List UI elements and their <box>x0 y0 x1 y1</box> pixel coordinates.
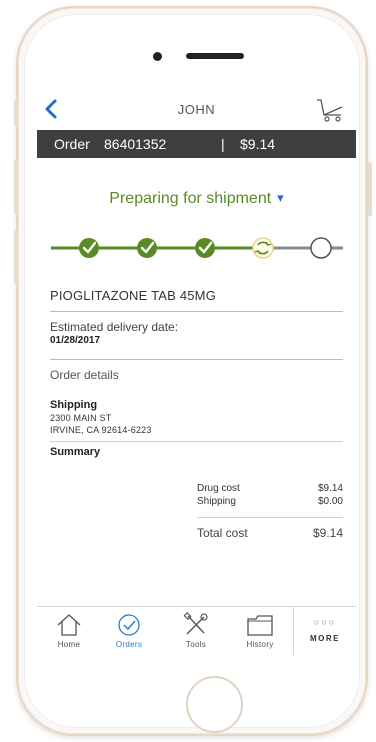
earpiece-speaker <box>186 53 244 59</box>
tab-orders[interactable]: Orders <box>99 607 159 655</box>
tab-more-label: MORE <box>310 634 340 643</box>
shipment-status-text: Preparing for shipment <box>109 190 272 207</box>
power-button <box>368 162 372 216</box>
order-amount: $9.14 <box>240 136 276 152</box>
user-name: JOHN <box>177 102 216 117</box>
cost-summary: Drug cost $9.14 Shipping $0.00 Total cos… <box>197 483 343 542</box>
volume-up-button <box>14 160 18 214</box>
tab-home-label: Home <box>57 640 81 649</box>
delivery-label: Estimated delivery date: <box>50 320 179 334</box>
front-camera <box>153 52 162 61</box>
order-number: 86401352 <box>104 136 167 152</box>
more-dots-icon: ○○○ <box>313 617 337 627</box>
shipping-cost-value: $0.00 <box>317 496 343 507</box>
shipping-cost-row: Shipping $0.00 <box>197 496 343 509</box>
tools-icon <box>183 612 208 635</box>
shipment-progress-tracker <box>51 237 343 259</box>
step-5-pending-icon <box>310 237 332 259</box>
tab-tools[interactable]: Tools <box>166 607 226 655</box>
tab-history[interactable]: History <box>230 607 290 655</box>
home-hardware-button[interactable] <box>186 676 243 733</box>
order-details-heading: Order details <box>50 368 119 382</box>
delivery-date: 01/28/2017 <box>50 335 101 346</box>
tab-more[interactable]: ○○○ MORE <box>293 607 356 655</box>
drug-name: PIOGLITAZONE TAB 45MG <box>50 288 343 312</box>
top-bar: JOHN <box>37 90 356 130</box>
step-4-in-progress-icon <box>252 237 274 259</box>
tab-history-label: History <box>246 640 274 649</box>
step-3-complete-icon <box>195 238 215 258</box>
folder-icon <box>247 615 273 636</box>
address-line-1: 2300 MAIN ST <box>50 413 112 423</box>
total-cost-row: Total cost $9.14 <box>197 526 343 542</box>
volume-down-button <box>14 230 18 284</box>
address-line-2: IRVINE, CA 92614-6223 <box>50 425 152 435</box>
shipping-heading: Shipping <box>50 399 98 411</box>
order-label: Order <box>54 136 90 152</box>
section-divider <box>50 441 343 442</box>
tab-orders-label: Orders <box>115 640 143 649</box>
shipment-status-toggle[interactable]: Preparing for shipment ▾ <box>37 190 356 208</box>
shipping-cost-label: Shipping <box>197 496 236 507</box>
drug-cost-row: Drug cost $9.14 <box>197 483 343 496</box>
mute-switch <box>14 100 18 126</box>
tab-home[interactable]: Home <box>39 607 99 655</box>
drug-cost-value: $9.14 <box>317 483 343 494</box>
app-screen: JOHN Order 86401352 | $9.14 Preparing fo… <box>37 90 356 655</box>
home-icon <box>57 614 81 636</box>
order-content: PIOGLITAZONE TAB 45MG Estimated delivery… <box>50 288 343 458</box>
total-cost-label: Total cost <box>197 526 248 540</box>
order-separator: | <box>221 136 225 152</box>
summary-heading: Summary <box>50 446 101 458</box>
orders-check-icon <box>118 614 140 636</box>
drug-cost-label: Drug cost <box>197 483 240 494</box>
bottom-tab-bar: Home Orders Tools History ○○○ MORE <box>37 606 356 655</box>
tab-tools-label: Tools <box>185 640 207 649</box>
chevron-down-icon: ▾ <box>277 190 284 205</box>
summary-divider <box>197 517 343 518</box>
step-2-complete-icon <box>137 238 157 258</box>
cart-icon[interactable] <box>315 97 345 123</box>
delivery-info: Estimated delivery date: 01/28/2017 <box>50 312 343 360</box>
order-summary-bar: Order 86401352 | $9.14 <box>37 130 356 158</box>
step-1-complete-icon <box>79 238 99 258</box>
total-cost-value: $9.14 <box>312 526 343 540</box>
